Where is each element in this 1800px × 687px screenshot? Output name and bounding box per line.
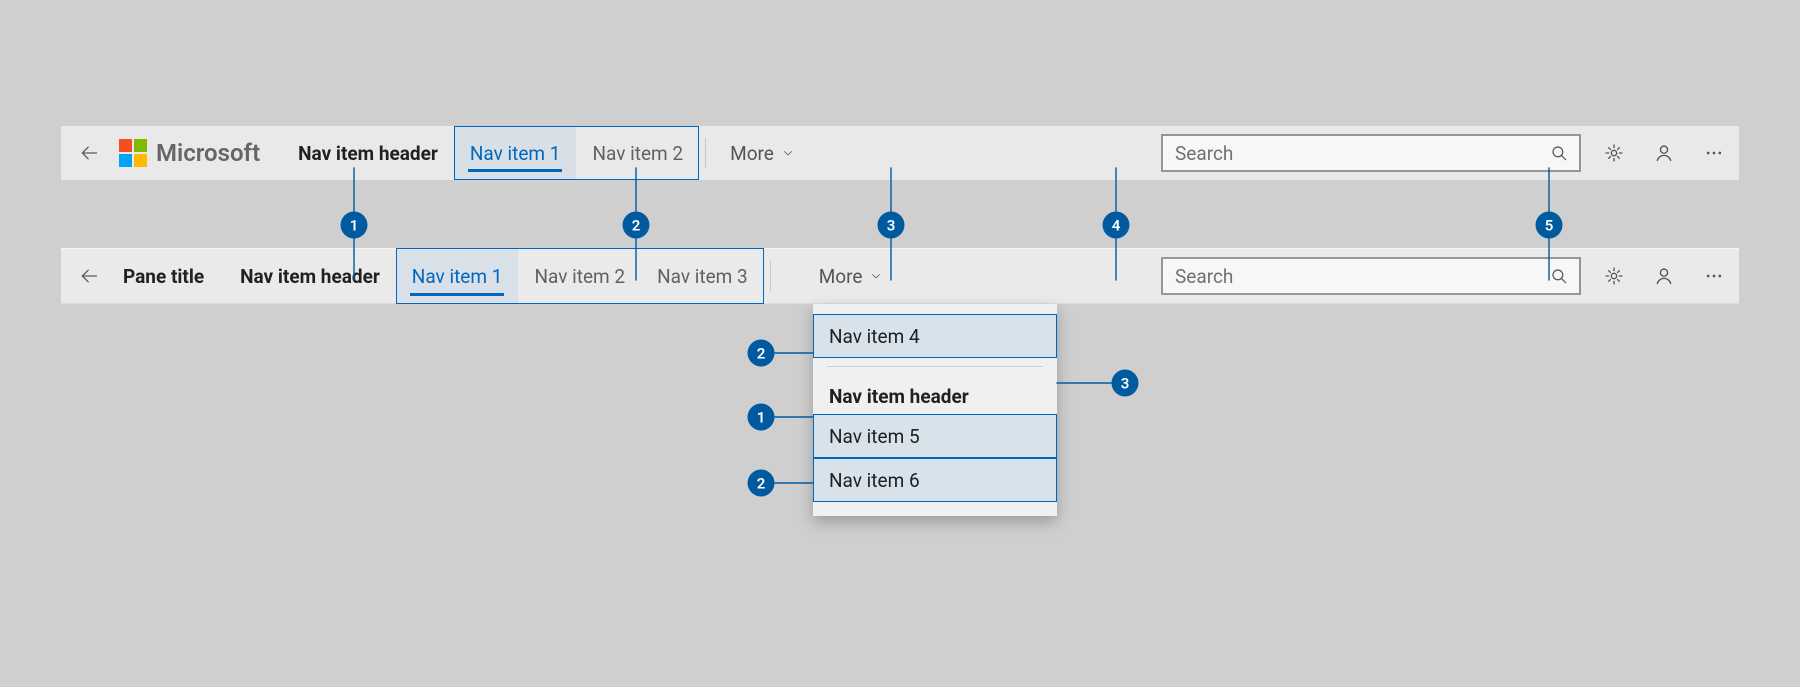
- search-icon: [1550, 267, 1568, 285]
- callout-badge: 4: [1103, 212, 1130, 239]
- brand-logo[interactable]: Microsoft: [119, 139, 260, 167]
- callout-badge: 5: [1536, 212, 1563, 239]
- callout-badge: 2: [748, 470, 775, 497]
- callout-badge: 1: [341, 212, 368, 239]
- callout-badge: 3: [878, 212, 905, 239]
- nav-divider: [770, 261, 771, 291]
- chevron-down-icon: [870, 270, 882, 282]
- callout-badge: 1: [748, 404, 775, 431]
- nav-divider: [705, 138, 706, 168]
- ellipsis-icon: [1704, 266, 1724, 286]
- back-arrow-icon: [79, 266, 99, 286]
- microsoft-logo-icon: [119, 139, 147, 167]
- search-button[interactable]: [1539, 259, 1579, 293]
- nav-header: Nav item header: [282, 142, 454, 165]
- more-button[interactable]: More: [801, 248, 901, 304]
- more-actions-button[interactable]: [1689, 248, 1739, 304]
- pane-title: Pane title: [113, 265, 214, 288]
- nav-item-2[interactable]: Nav item 2: [576, 126, 699, 180]
- search-button[interactable]: [1539, 136, 1579, 170]
- settings-button[interactable]: [1589, 126, 1639, 180]
- nav-item-3[interactable]: Nav item 3: [641, 248, 764, 304]
- back-button[interactable]: [65, 248, 113, 304]
- account-button[interactable]: [1639, 248, 1689, 304]
- settings-button[interactable]: [1589, 248, 1639, 304]
- search-input[interactable]: [1163, 136, 1539, 170]
- overflow-item-6[interactable]: Nav item 6: [813, 458, 1057, 502]
- search-input[interactable]: [1163, 259, 1539, 293]
- more-button[interactable]: More: [712, 126, 812, 180]
- nav-item-1[interactable]: Nav item 1: [454, 126, 577, 180]
- back-button[interactable]: [65, 126, 113, 180]
- brand-name: Microsoft: [156, 139, 260, 167]
- nav-item-1[interactable]: Nav item 1: [396, 248, 519, 304]
- more-actions-button[interactable]: [1689, 126, 1739, 180]
- person-icon: [1654, 266, 1674, 286]
- ellipsis-icon: [1704, 143, 1724, 163]
- nav-group: Nav item 1 Nav item 2: [454, 126, 699, 180]
- account-button[interactable]: [1639, 126, 1689, 180]
- gear-icon: [1604, 143, 1624, 163]
- overflow-item-4[interactable]: Nav item 4: [813, 314, 1057, 358]
- search-box[interactable]: [1161, 257, 1581, 295]
- top-navigation-bar-2: Pane title Nav item header Nav item 1 Na…: [61, 248, 1739, 304]
- callout-badge: 3: [1112, 370, 1139, 397]
- person-icon: [1654, 143, 1674, 163]
- overflow-item-5[interactable]: Nav item 5: [813, 414, 1057, 458]
- search-box[interactable]: [1161, 134, 1581, 172]
- chevron-down-icon: [782, 147, 794, 159]
- callout-badge: 2: [748, 340, 775, 367]
- gear-icon: [1604, 266, 1624, 286]
- overflow-menu: Nav item 4 Nav item header Nav item 5 Na…: [813, 304, 1057, 516]
- nav-item-2[interactable]: Nav item 2: [518, 248, 641, 304]
- overflow-separator: [827, 366, 1043, 367]
- overflow-header: Nav item header: [813, 375, 1057, 414]
- callout-badge: 2: [623, 212, 650, 239]
- top-navigation-bar-1: Microsoft Nav item header Nav item 1 Nav…: [61, 126, 1739, 180]
- nav-group: Nav item 1 Nav item 2 Nav item 3: [396, 248, 764, 304]
- nav-header: Nav item header: [224, 265, 396, 288]
- back-arrow-icon: [79, 143, 99, 163]
- search-icon: [1550, 144, 1568, 162]
